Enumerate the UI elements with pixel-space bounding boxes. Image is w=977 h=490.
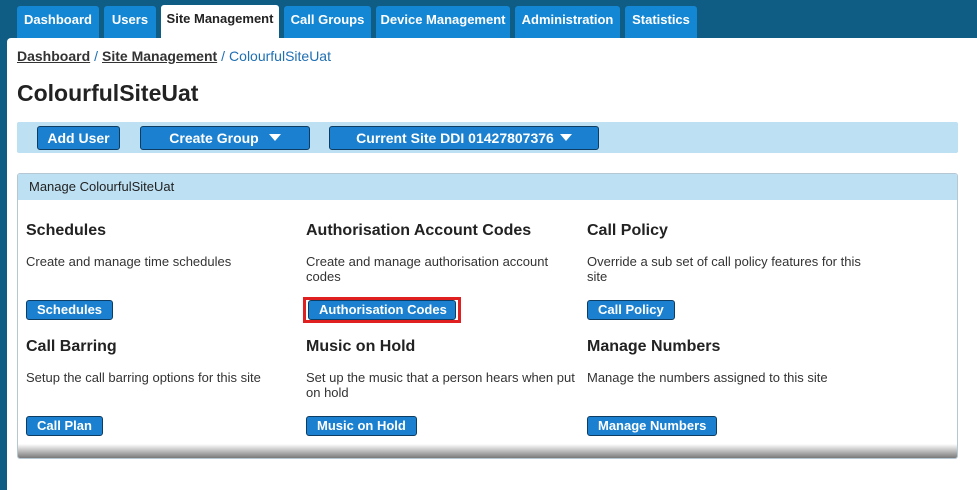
card-title: Call Policy — [587, 222, 668, 239]
card-title: Schedules — [26, 222, 107, 239]
manage-numbers-button[interactable]: Manage Numbers — [587, 416, 718, 436]
tab-users[interactable]: Users — [104, 6, 156, 38]
card-description: Setup the call barring options for this … — [26, 370, 261, 385]
card-description: Manage the numbers assigned to this site — [587, 370, 828, 385]
page-title: ColourfulSiteUat — [17, 80, 199, 106]
tab-dashboard[interactable]: Dashboard — [17, 6, 99, 38]
chevron-down-icon — [559, 133, 572, 141]
card-title: Manage Numbers — [587, 338, 721, 355]
breadcrumb-separator: / — [221, 48, 226, 64]
card-title: Authorisation Account Codes — [306, 222, 532, 239]
card-description: Create and manage time schedules — [26, 254, 232, 269]
breadcrumb-dashboard-link[interactable]: Dashboard — [17, 48, 90, 64]
manage-site-box: Manage ColourfulSiteUat Schedules Create… — [17, 173, 958, 459]
music-on-hold-button[interactable]: Music on Hold — [306, 416, 417, 436]
card-description: Set up the music that a person hears whe… — [306, 370, 575, 400]
tab-administration[interactable]: Administration — [515, 6, 620, 38]
tab-device-management[interactable]: Device Management — [376, 6, 510, 38]
create-group-dropdown[interactable]: Create Group — [140, 126, 310, 150]
add-user-button[interactable]: Add User — [37, 126, 120, 150]
action-toolbar: Add User Create Group Current Site DDI 0… — [17, 122, 958, 153]
create-group-label: Create Group — [169, 130, 259, 146]
tab-statistics[interactable]: Statistics — [625, 6, 697, 38]
chevron-down-icon — [268, 133, 281, 141]
authorisation-codes-button[interactable]: Authorisation Codes — [308, 300, 456, 320]
schedules-button[interactable]: Schedules — [26, 300, 114, 320]
main-nav-tabs: Dashboard Users Site Management Call Gro… — [0, 0, 977, 39]
current-site-dropdown[interactable]: Current Site DDI 01427807376 — [329, 126, 599, 150]
card-title: Call Barring — [26, 338, 117, 355]
tab-site-management[interactable]: Site Management — [161, 5, 279, 39]
current-site-label: Current Site DDI 01427807376 — [356, 130, 554, 146]
card-description: Override a sub set of call policy featur… — [587, 254, 861, 284]
breadcrumb-separator: / — [94, 48, 99, 64]
tab-call-groups[interactable]: Call Groups — [284, 6, 371, 38]
card-title: Music on Hold — [306, 338, 416, 355]
breadcrumb-site-management-link[interactable]: Site Management — [102, 48, 217, 64]
manage-site-header: Manage ColourfulSiteUat — [18, 174, 957, 200]
call-policy-button[interactable]: Call Policy — [587, 300, 675, 320]
manage-site-footer — [18, 444, 957, 458]
card-description: Create and manage authorisation account … — [306, 254, 549, 284]
breadcrumb-current: ColourfulSiteUat — [229, 48, 331, 64]
call-plan-button[interactable]: Call Plan — [26, 416, 103, 436]
add-user-label: Add User — [47, 130, 110, 146]
content-panel: Dashboard / Site Management / ColourfulSiteU… — [7, 38, 977, 490]
breadcrumb: Dashboard / Site Management / ColourfulSiteU… — [17, 48, 331, 64]
